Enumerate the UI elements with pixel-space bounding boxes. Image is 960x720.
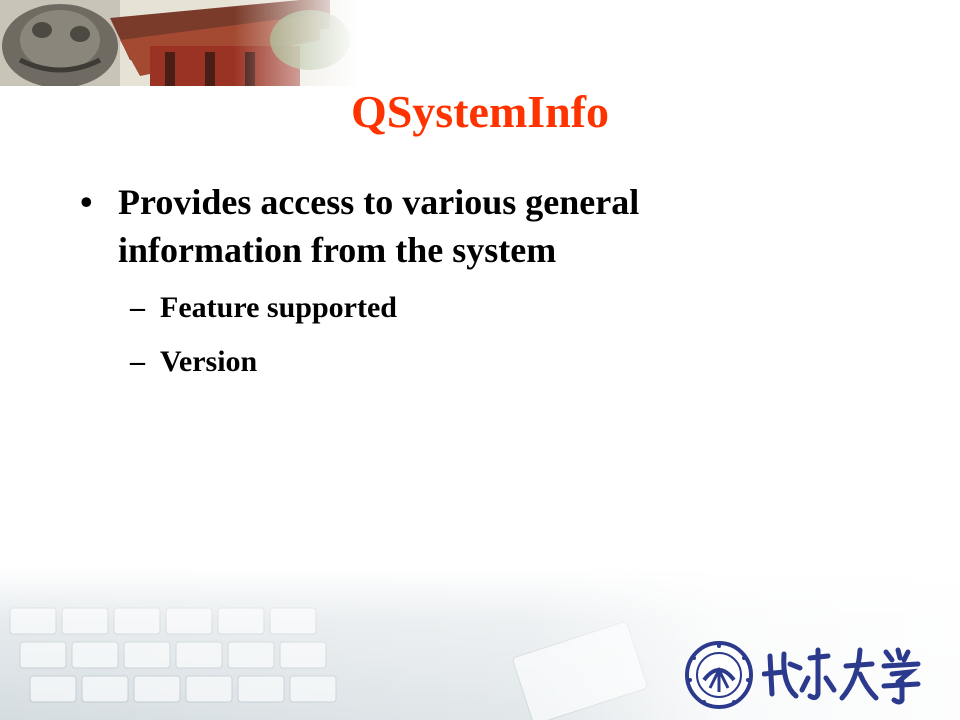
sub-bullet-text: Version [160, 345, 258, 378]
sub-bullet-item: – Version [130, 342, 730, 382]
bullet-marker: • [80, 182, 93, 222]
header-photo [0, 0, 360, 86]
university-logo [684, 640, 924, 714]
sub-bullet-marker: – [130, 345, 145, 378]
slide-title: QSystemInfo [350, 86, 610, 137]
bullet-item: • Provides access to various general inf… [80, 178, 800, 274]
bullet-text: Provides access to various general infor… [118, 182, 640, 270]
sub-bullet-item: – Feature supported [130, 288, 730, 328]
sub-bullet-marker: – [130, 291, 145, 324]
university-seal-icon [685, 641, 753, 709]
sub-bullet-text: Feature supported [160, 291, 397, 324]
slide: QSystemInfo • Provides access to various… [0, 0, 960, 720]
university-name-calligraphy [762, 647, 921, 705]
